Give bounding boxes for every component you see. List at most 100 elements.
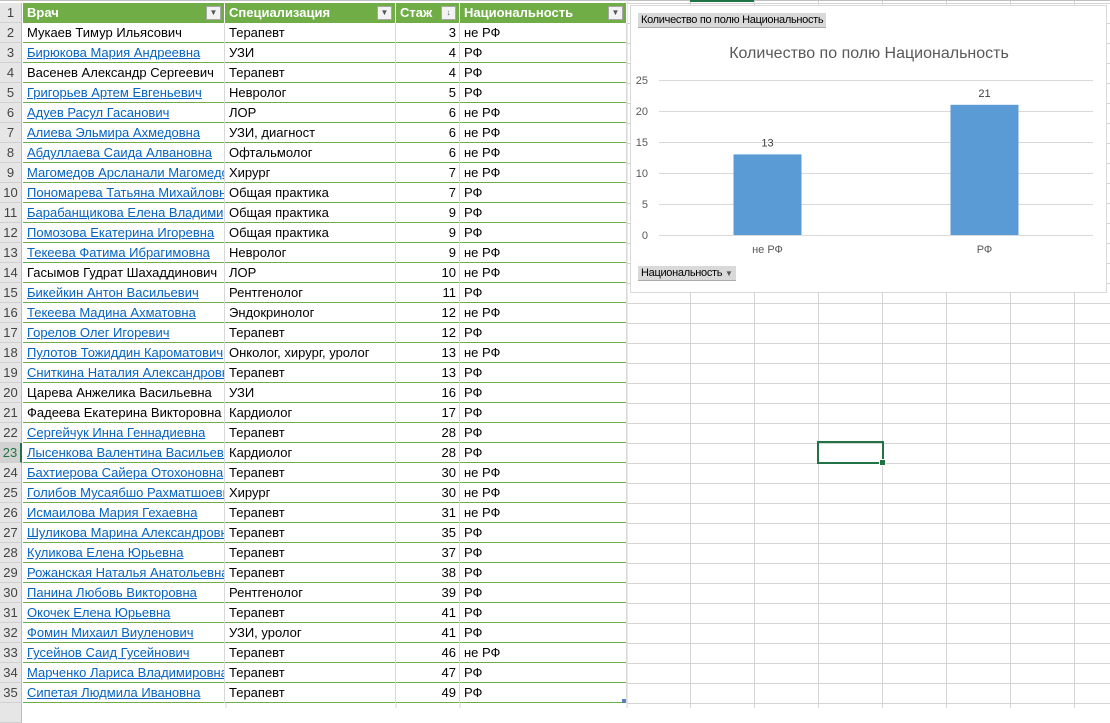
doctor-link[interactable]: Марченко Лариса Владимировна — [27, 665, 224, 680]
doctor-link[interactable]: Лысенкова Валентина Васильевна — [27, 445, 224, 460]
specialization-cell[interactable]: Терапевт — [225, 363, 396, 383]
doctor-cell[interactable]: Лысенкова Валентина Васильевна — [23, 443, 225, 463]
row-header[interactable]: 19 — [0, 363, 22, 383]
doctor-cell[interactable]: Магомедов Арсланали Магомедович — [23, 163, 225, 183]
nationality-cell[interactable]: не РФ — [460, 263, 627, 283]
row-header[interactable]: 28 — [0, 543, 22, 563]
filter-dropdown-icon[interactable]: ▼ — [608, 6, 623, 20]
experience-cell[interactable]: 12 — [396, 303, 460, 323]
doctor-link[interactable]: Магомедов Арсланали Магомедович — [27, 165, 224, 180]
doctor-link[interactable]: Исмаилова Мария Гехаевна — [27, 505, 197, 520]
doctor-cell[interactable]: Гасымов Гудрат Шахаддинович — [23, 263, 225, 283]
doctor-cell[interactable]: Сниткина Наталия Александровна — [23, 363, 225, 383]
nationality-cell[interactable]: РФ — [460, 183, 627, 203]
doctor-cell[interactable]: Гусейнов Саид Гусейнович — [23, 643, 225, 663]
doctor-cell[interactable]: Барабанщикова Елена Владимировна — [23, 203, 225, 223]
experience-cell[interactable]: 4 — [396, 63, 460, 83]
experience-cell[interactable]: 7 — [396, 163, 460, 183]
experience-cell[interactable]: 16 — [396, 383, 460, 403]
row-header[interactable]: 7 — [0, 123, 22, 143]
experience-cell[interactable]: 13 — [396, 343, 460, 363]
experience-cell[interactable]: 31 — [396, 503, 460, 523]
row-header[interactable]: 12 — [0, 223, 22, 243]
row-header[interactable]: 31 — [0, 603, 22, 623]
doctor-link[interactable]: Текеева Мадина Ахматовна — [27, 305, 196, 320]
doctor-link[interactable]: Алиева Эльмира Ахмедовна — [27, 125, 200, 140]
experience-cell[interactable]: 4 — [396, 43, 460, 63]
specialization-cell[interactable]: Терапевт — [225, 643, 396, 663]
specialization-cell[interactable]: ЛОР — [225, 263, 396, 283]
nationality-cell[interactable]: не РФ — [460, 343, 627, 363]
nationality-cell[interactable]: не РФ — [460, 103, 627, 123]
row-header[interactable]: 15 — [0, 283, 22, 303]
experience-cell[interactable]: 41 — [396, 623, 460, 643]
doctor-link[interactable]: Григорьев Артем Евгеньевич — [27, 85, 202, 100]
nationality-cell[interactable]: РФ — [460, 283, 627, 303]
experience-cell[interactable]: 13 — [396, 363, 460, 383]
nationality-cell[interactable]: РФ — [460, 383, 627, 403]
doctor-cell[interactable]: Алиева Эльмира Ахмедовна — [23, 123, 225, 143]
doctor-link[interactable]: Голибов Мусаябшо Рахматшоевич — [27, 485, 224, 500]
filter-dropdown-icon[interactable]: ▼ — [206, 6, 221, 20]
doctor-cell[interactable]: Исмаилова Мария Гехаевна — [23, 503, 225, 523]
doctor-cell[interactable]: Бикейкин Антон Васильевич — [23, 283, 225, 303]
specialization-cell[interactable]: Терапевт — [225, 63, 396, 83]
doctor-link[interactable]: Бирюкова Мария Андреевна — [27, 45, 200, 60]
nationality-cell[interactable]: РФ — [460, 223, 627, 243]
doctor-link[interactable]: Адуев Расул Гасанович — [27, 105, 169, 120]
doctor-cell[interactable]: Фомин Михаил Виуленович — [23, 623, 225, 643]
nationality-cell[interactable]: не РФ — [460, 123, 627, 143]
nationality-cell[interactable]: РФ — [460, 403, 627, 423]
experience-cell[interactable]: 38 — [396, 563, 460, 583]
doctor-cell[interactable]: Бахтиерова Сайера Отохоновна — [23, 463, 225, 483]
nationality-cell[interactable]: не РФ — [460, 483, 627, 503]
experience-cell[interactable]: 9 — [396, 243, 460, 263]
nationality-cell[interactable]: РФ — [460, 523, 627, 543]
experience-cell[interactable]: 9 — [396, 223, 460, 243]
row-header[interactable]: 4 — [0, 63, 22, 83]
doctor-link[interactable]: Пулотов Тожиддин Кароматович — [27, 345, 223, 360]
row-header[interactable]: 22 — [0, 423, 22, 443]
doctor-link[interactable]: Гусейнов Саид Гусейнович — [27, 645, 190, 660]
experience-cell[interactable]: 6 — [396, 143, 460, 163]
experience-cell[interactable]: 17 — [396, 403, 460, 423]
sort-filter-icon[interactable]: ↓ — [441, 6, 456, 20]
experience-cell[interactable]: 9 — [396, 203, 460, 223]
doctor-link[interactable]: Фомин Михаил Виуленович — [27, 625, 194, 640]
row-header[interactable]: 13 — [0, 243, 22, 263]
nationality-cell[interactable]: РФ — [460, 563, 627, 583]
doctor-cell[interactable]: Адуев Расул Гасанович — [23, 103, 225, 123]
doctor-cell[interactable]: Сергейчук Инна Геннадиевна — [23, 423, 225, 443]
specialization-cell[interactable]: Общая практика — [225, 183, 396, 203]
row-header[interactable]: 14 — [0, 263, 22, 283]
row-header[interactable] — [0, 703, 22, 723]
nationality-cell[interactable]: РФ — [460, 543, 627, 563]
specialization-cell[interactable]: Терапевт — [225, 463, 396, 483]
doctor-cell[interactable]: Бирюкова Мария Андреевна — [23, 43, 225, 63]
experience-cell[interactable]: 12 — [396, 323, 460, 343]
doctor-cell[interactable]: Шуликова Марина Александровна — [23, 523, 225, 543]
doctor-link[interactable]: Абдуллаева Саида Алвановна — [27, 145, 212, 160]
doctor-link[interactable]: Панина Любовь Викторовна — [27, 585, 197, 600]
experience-cell[interactable]: 6 — [396, 123, 460, 143]
specialization-cell[interactable]: Рентгенолог — [225, 583, 396, 603]
doctor-cell[interactable]: Мукаев Тимур Ильясович — [23, 23, 225, 43]
nationality-cell[interactable]: не РФ — [460, 463, 627, 483]
doctor-link[interactable]: Сниткина Наталия Александровна — [27, 365, 224, 380]
doctor-link[interactable]: Рожанская Наталья Анатольевна — [27, 565, 224, 580]
doctor-cell[interactable]: Голибов Мусаябшо Рахматшоевич — [23, 483, 225, 503]
specialization-cell[interactable]: Невролог — [225, 243, 396, 263]
specialization-cell[interactable]: Хирург — [225, 163, 396, 183]
specialization-cell[interactable]: Невролог — [225, 83, 396, 103]
doctor-cell[interactable]: Текеева Фатима Ибрагимовна — [23, 243, 225, 263]
row-header[interactable]: 2 — [0, 23, 22, 43]
nationality-cell[interactable]: РФ — [460, 43, 627, 63]
active-cell[interactable] — [817, 441, 886, 466]
specialization-cell[interactable]: Офтальмолог — [225, 143, 396, 163]
experience-cell[interactable]: 30 — [396, 483, 460, 503]
bar[interactable] — [733, 154, 802, 235]
specialization-cell[interactable]: Терапевт — [225, 503, 396, 523]
experience-cell[interactable]: 37 — [396, 543, 460, 563]
row-header[interactable]: 17 — [0, 323, 22, 343]
experience-cell[interactable]: 39 — [396, 583, 460, 603]
